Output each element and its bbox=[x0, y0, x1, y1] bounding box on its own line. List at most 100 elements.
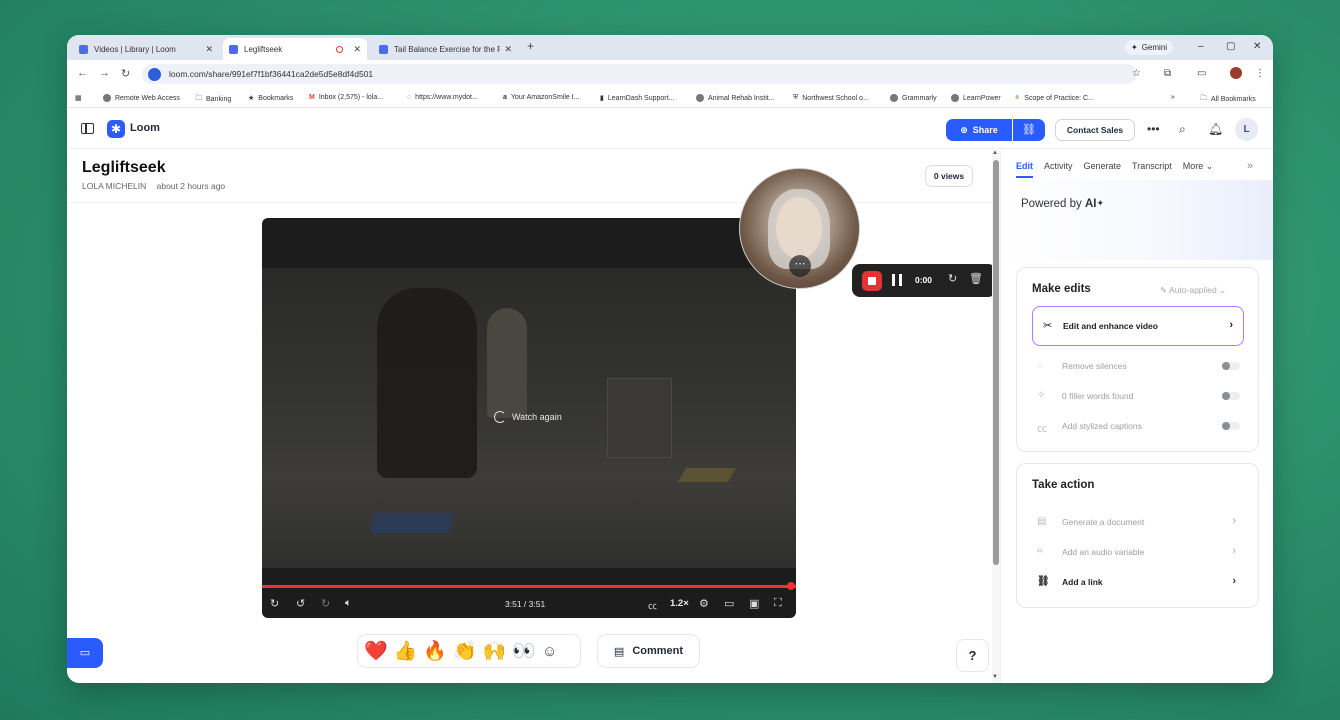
bookmark-item[interactable]: ⛨ Northwest School o... bbox=[793, 94, 869, 102]
shelf bbox=[607, 378, 672, 458]
video-player[interactable]: Watch again ↻ ↺ ↻ 🔈︎ 3:51 / 3:51 ㏄ 1.2× … bbox=[262, 218, 796, 618]
gmail-icon: M bbox=[309, 94, 315, 101]
progress-bar[interactable] bbox=[262, 582, 796, 590]
webcam-bubble[interactable]: ⋯ bbox=[739, 168, 860, 289]
heart-reaction[interactable]: ❤️ bbox=[364, 639, 388, 663]
playback-speed[interactable]: 1.2× bbox=[670, 598, 689, 609]
tab-tail-balance[interactable]: Tail Balance Exercise for the Ro ✕ bbox=[373, 38, 518, 60]
pause-icon[interactable] bbox=[892, 274, 902, 286]
page-scrollbar[interactable]: ▲ ▼ bbox=[992, 150, 1000, 683]
reload-icon[interactable]: ↻ bbox=[121, 67, 130, 80]
bookmark-item[interactable]: ★ Bookmarks bbox=[248, 94, 293, 103]
bookmark-item[interactable]: a Your AmazonSmile I... bbox=[503, 94, 580, 101]
bookmark-star-icon[interactable]: ☆ bbox=[1132, 68, 1141, 79]
scroll-down-icon[interactable]: ▼ bbox=[992, 674, 998, 680]
tab-videos-library[interactable]: Videos | Library | Loom ✕ bbox=[73, 38, 219, 60]
scroll-thumb[interactable] bbox=[993, 160, 999, 565]
auto-applied-dropdown[interactable]: ✎ Auto-applied ⌄ bbox=[1160, 285, 1226, 296]
add-emoji-icon[interactable]: ☺︎ bbox=[542, 643, 557, 660]
remove-silences-toggle[interactable] bbox=[1222, 362, 1240, 370]
theater-mode-icon[interactable]: ▭ bbox=[724, 597, 734, 610]
replay-icon[interactable]: ↻ bbox=[270, 597, 279, 610]
gear-icon[interactable]: ⚙ bbox=[699, 597, 709, 610]
author-name[interactable]: LOLA MICHELIN bbox=[82, 181, 146, 191]
add-link-action[interactable]: ⛓ Add a link › bbox=[1032, 574, 1244, 590]
tab-activity[interactable]: Activity bbox=[1044, 161, 1073, 178]
captions-icon[interactable]: ㏄ bbox=[648, 599, 657, 612]
window-close-icon[interactable]: ✕ bbox=[1253, 41, 1261, 52]
maximize-icon[interactable]: ▢ bbox=[1226, 41, 1235, 52]
tab-more[interactable]: More ⌄ bbox=[1183, 161, 1214, 178]
tab-edit[interactable]: Edit bbox=[1016, 161, 1033, 178]
close-icon[interactable]: ✕ bbox=[504, 44, 512, 55]
loom-logo-icon[interactable]: ✱ bbox=[107, 120, 125, 138]
close-icon[interactable]: ✕ bbox=[205, 44, 213, 55]
profile-avatar[interactable] bbox=[1230, 67, 1242, 79]
bookmark-item[interactable]: Remote Web Access bbox=[103, 94, 180, 102]
user-avatar[interactable]: L bbox=[1235, 118, 1258, 141]
bookmark-item[interactable]: 🗀 Banking bbox=[195, 94, 231, 105]
views-badge[interactable]: 0 views bbox=[925, 165, 973, 187]
raised-hands-reaction[interactable]: 🙌 bbox=[483, 639, 507, 663]
tab-generate[interactable]: Generate bbox=[1084, 161, 1122, 178]
back-arrow-icon[interactable]: ← bbox=[77, 67, 88, 79]
more-dots-icon[interactable]: ⋯ bbox=[789, 255, 811, 277]
extensions-icon[interactable]: ⧉ bbox=[1164, 68, 1171, 79]
bookmark-item[interactable]: ▮ LearnDash Support... bbox=[600, 94, 674, 103]
video-title[interactable]: Legliftseek bbox=[82, 159, 166, 177]
filler-words-toggle[interactable] bbox=[1222, 392, 1240, 400]
picture-in-picture-icon[interactable]: ▣ bbox=[749, 597, 759, 610]
edit-enhance-button[interactable]: ✂ Edit and enhance video › bbox=[1032, 306, 1244, 346]
bookmark-item[interactable]: M Inbox (2,575) - lola... bbox=[309, 94, 383, 101]
stylized-captions-toggle[interactable] bbox=[1222, 422, 1240, 430]
gemini-button[interactable]: ✦ Gemini bbox=[1125, 40, 1174, 55]
collapse-panel-icon[interactable]: » bbox=[1247, 160, 1253, 172]
trash-icon[interactable]: 🗑︎ bbox=[969, 272, 983, 285]
bookmark-item[interactable]: Animal Rehab Instit... bbox=[696, 94, 775, 102]
bookmarks-overflow-icon[interactable]: » bbox=[1171, 94, 1175, 101]
school-icon: ⛨ bbox=[793, 94, 799, 101]
watch-again-button[interactable]: Watch again bbox=[494, 411, 562, 423]
new-tab-plus-icon[interactable]: + bbox=[527, 39, 534, 53]
stop-recording-button[interactable] bbox=[862, 271, 882, 291]
generate-document-action[interactable]: ▤ Generate a document › bbox=[1032, 514, 1244, 530]
bell-icon[interactable]: 🔔︎ bbox=[1208, 122, 1223, 136]
thumbs-up-reaction[interactable]: 👍 bbox=[394, 639, 418, 663]
comment-button[interactable]: ▤ Comment bbox=[597, 634, 700, 668]
bookmark-item[interactable]: ⚘ Scope of Practice: C... bbox=[1014, 94, 1094, 103]
copy-link-button[interactable]: ⛓ bbox=[1013, 119, 1045, 141]
tab-legliftseek[interactable]: Legliftseek ✕ bbox=[223, 38, 367, 60]
more-dots-icon[interactable]: ••• bbox=[1147, 122, 1160, 136]
progress-knob[interactable] bbox=[787, 582, 795, 590]
search-icon[interactable]: ⌕ bbox=[1179, 122, 1186, 137]
address-bar[interactable]: loom.com/share/991ef7f1bf36441ca2de5d5e8… bbox=[142, 64, 1137, 84]
close-icon[interactable]: ✕ bbox=[353, 44, 361, 55]
cast-icon[interactable]: ▭ bbox=[1197, 68, 1206, 79]
forward-arrow-icon[interactable]: → bbox=[99, 67, 110, 79]
bookmark-item[interactable]: ◌ https://www.mydot... bbox=[407, 94, 478, 101]
clap-reaction[interactable]: 👏 bbox=[453, 639, 477, 663]
tab-transcript[interactable]: Transcript bbox=[1132, 161, 1172, 178]
minimize-icon[interactable]: – bbox=[1198, 41, 1204, 52]
fullscreen-icon[interactable]: ⛶ bbox=[774, 597, 782, 610]
audio-variable-action[interactable]: ⌗ Add an audio variable › bbox=[1032, 544, 1244, 560]
eyes-reaction[interactable]: 👀 bbox=[512, 639, 536, 663]
bookmark-item[interactable]: LearnPower bbox=[951, 94, 1001, 102]
fire-reaction[interactable]: 🔥 bbox=[423, 639, 447, 663]
rewind-icon[interactable]: ↺ bbox=[296, 597, 305, 610]
record-video-button[interactable]: ▭ bbox=[67, 638, 103, 668]
bookmark-item[interactable]: Grammarly bbox=[890, 94, 937, 102]
help-button[interactable]: ? bbox=[956, 639, 989, 672]
camera-icon: ▭ bbox=[79, 647, 91, 659]
site-info-icon[interactable] bbox=[148, 67, 161, 81]
share-button[interactable]: ⊕ Share bbox=[946, 119, 1012, 141]
forward-icon[interactable]: ↻ bbox=[321, 597, 330, 610]
all-bookmarks[interactable]: 🗀 All Bookmarks bbox=[1200, 94, 1256, 105]
scroll-up-icon[interactable]: ▲ bbox=[992, 150, 998, 156]
volume-icon[interactable]: 🔈︎ bbox=[345, 597, 352, 610]
contact-sales-button[interactable]: Contact Sales bbox=[1055, 119, 1135, 141]
restart-icon[interactable]: ↻ bbox=[948, 272, 957, 285]
apps-grid-icon[interactable]: ▦ bbox=[75, 94, 82, 102]
kebab-menu-icon[interactable]: ⋮ bbox=[1255, 68, 1265, 79]
sidebar-toggle-icon[interactable] bbox=[81, 123, 94, 134]
